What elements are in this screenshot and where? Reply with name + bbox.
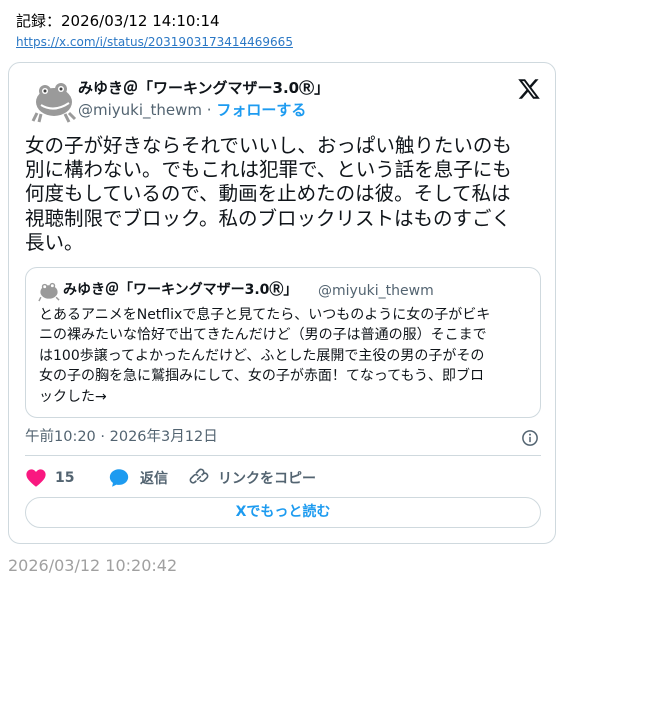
copy-link-label: リンクをコピー — [218, 471, 316, 487]
quote-author-name: みゆき＠「ワーキングマザー3.0Ⓡ」 — [63, 282, 298, 298]
tweet-timestamp-row: 午前10:20 · 2026年3月12日 — [25, 427, 541, 449]
action-row: 15 返信 リンクをコピー — [25, 466, 541, 490]
follow-button[interactable]: フォローする — [216, 101, 306, 119]
reply-label: 返信 — [140, 471, 168, 487]
read-more-button[interactable]: Xでもっと読む — [25, 497, 541, 528]
reply-button[interactable]: 返信 — [108, 466, 168, 490]
divider — [25, 455, 541, 456]
record-timestamp: 記録：2026/03/12 14:10:14 — [16, 12, 220, 30]
captured-time: 2026/03/12 10:20:42 — [8, 556, 178, 575]
x-logo-icon[interactable] — [517, 77, 541, 101]
info-icon[interactable] — [521, 429, 539, 447]
frog-avatar-icon — [38, 282, 60, 302]
link-chain-icon — [189, 468, 209, 484]
tweet-card: みゆき＠「ワーキングマザー3.0Ⓡ」 @miyuki_thewm · フォローす… — [8, 62, 556, 544]
quote-author-handle: @miyuki_thewm — [318, 283, 434, 299]
author-name[interactable]: みゆき＠「ワーキングマザー3.0Ⓡ」 — [78, 78, 329, 98]
quote-text: とあるアニメをNetflixで息子と見てたら、いつものように女の子がビキ ニの裸… — [39, 307, 491, 405]
frog-avatar-icon[interactable] — [31, 77, 77, 123]
reply-bubble-icon — [109, 469, 129, 487]
quoted-tweet[interactable]: みゆき＠「ワーキングマザー3.0Ⓡ」 @miyuki_thewm とあるアニメを… — [25, 267, 541, 418]
tweet-text: 女の子が好きならそれでいいし、おっぱい触りたいのも 別に構わない。でもこれは犯罪… — [25, 134, 512, 254]
heart-icon — [26, 469, 46, 487]
author-handle[interactable]: @miyuki_thewm — [78, 101, 202, 119]
like-button[interactable]: 15 — [25, 466, 74, 490]
tweet-timestamp[interactable]: 午前10:20 · 2026年3月12日 — [25, 429, 218, 445]
source-url-link[interactable]: https://x.com/i/status/20319031734144696… — [16, 35, 293, 49]
copy-link-button[interactable]: リンクをコピー — [188, 466, 316, 490]
like-count: 15 — [55, 470, 75, 486]
meta-separator: · — [202, 101, 217, 119]
author-meta: @miyuki_thewm · フォローする — [78, 100, 306, 120]
